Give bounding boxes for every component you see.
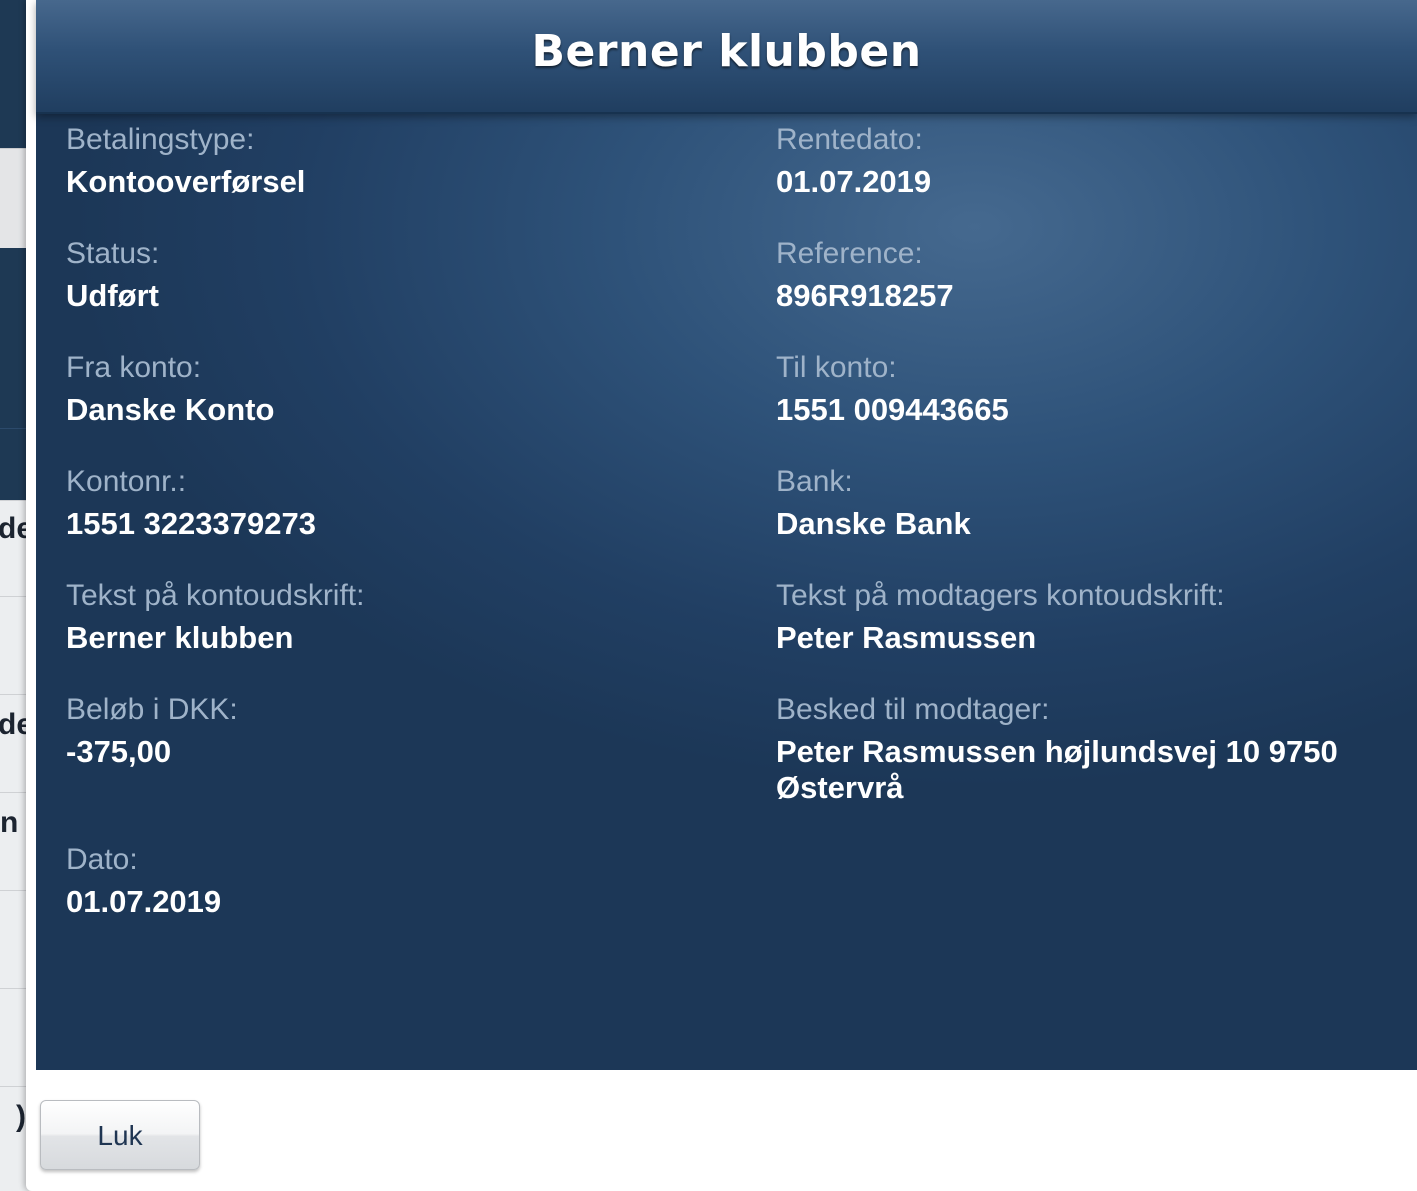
modal-body: Betalingstype: Kontooverførsel Status: U…	[36, 112, 1417, 1070]
field-recipient-statement-text: Tekst på modtagers kontoudskrift: Peter …	[776, 578, 1396, 692]
field-label: Beløb i DKK:	[66, 693, 238, 726]
modal-header: Berner klubben	[36, 0, 1417, 114]
field-value: Peter Rasmussen højlundsvej 10 9750 Øste…	[776, 734, 1338, 805]
field-interest-date: Rentedato: 01.07.2019	[776, 122, 1396, 236]
field-value: 01.07.2019	[66, 884, 222, 919]
field-message-to-recipient: Besked til modtager: Peter Rasmussen høj…	[776, 692, 1396, 842]
field-label: Besked til modtager:	[776, 693, 1050, 726]
field-label: Dato:	[66, 843, 138, 876]
details-left-column: Betalingstype: Kontooverførsel Status: U…	[66, 122, 746, 956]
field-value: Berner klubben	[66, 620, 294, 655]
field-account-number: Kontonr.: 1551 3223379273	[66, 464, 746, 578]
field-value: 01.07.2019	[776, 164, 932, 199]
field-from-account: Fra konto: Danske Konto	[66, 350, 746, 464]
field-label: Status:	[66, 237, 160, 270]
field-label: Tekst på modtagers kontoudskrift:	[776, 579, 1225, 612]
field-label: Fra konto:	[66, 351, 202, 384]
field-status: Status: Udført	[66, 236, 746, 350]
field-value: -375,00	[66, 734, 172, 769]
field-bank: Bank: Danske Bank	[776, 464, 1396, 578]
field-label: Kontonr.:	[66, 465, 187, 498]
field-date: Dato: 01.07.2019	[66, 842, 746, 956]
field-value: Kontooverførsel	[66, 164, 306, 199]
close-button[interactable]: Luk	[40, 1100, 200, 1170]
field-label: Betalingstype:	[66, 123, 255, 156]
field-statement-text: Tekst på kontoudskrift: Berner klubben	[66, 578, 746, 692]
field-value: Peter Rasmussen	[776, 620, 1037, 655]
field-label: Tekst på kontoudskrift:	[66, 579, 365, 612]
field-value: 896R918257	[776, 278, 954, 313]
field-to-account: Til konto: 1551 009443665	[776, 350, 1396, 464]
background-text-fragment: n	[0, 806, 19, 839]
transaction-details-modal: Berner klubben Betalingstype: Kontooverf…	[26, 0, 1417, 1191]
field-label: Rentedato:	[776, 123, 923, 156]
field-label: Til konto:	[776, 351, 897, 384]
field-value: 1551 3223379273	[66, 506, 316, 541]
field-payment-type: Betalingstype: Kontooverførsel	[66, 122, 746, 236]
field-value: Udført	[66, 278, 159, 313]
field-value: Danske Konto	[66, 392, 275, 427]
details-right-column: Rentedato: 01.07.2019 Reference: 896R918…	[776, 122, 1396, 842]
field-reference: Reference: 896R918257	[776, 236, 1396, 350]
background-text-fragment: )	[16, 1100, 26, 1133]
field-value: 1551 009443665	[776, 392, 1009, 427]
modal-footer: Luk	[36, 1070, 1417, 1191]
field-amount-dkk: Beløb i DKK: -375,00	[66, 692, 746, 842]
field-label: Reference:	[776, 237, 923, 270]
field-value: Danske Bank	[776, 506, 971, 541]
modal-title: Berner klubben	[531, 26, 922, 77]
field-label: Bank:	[776, 465, 853, 498]
